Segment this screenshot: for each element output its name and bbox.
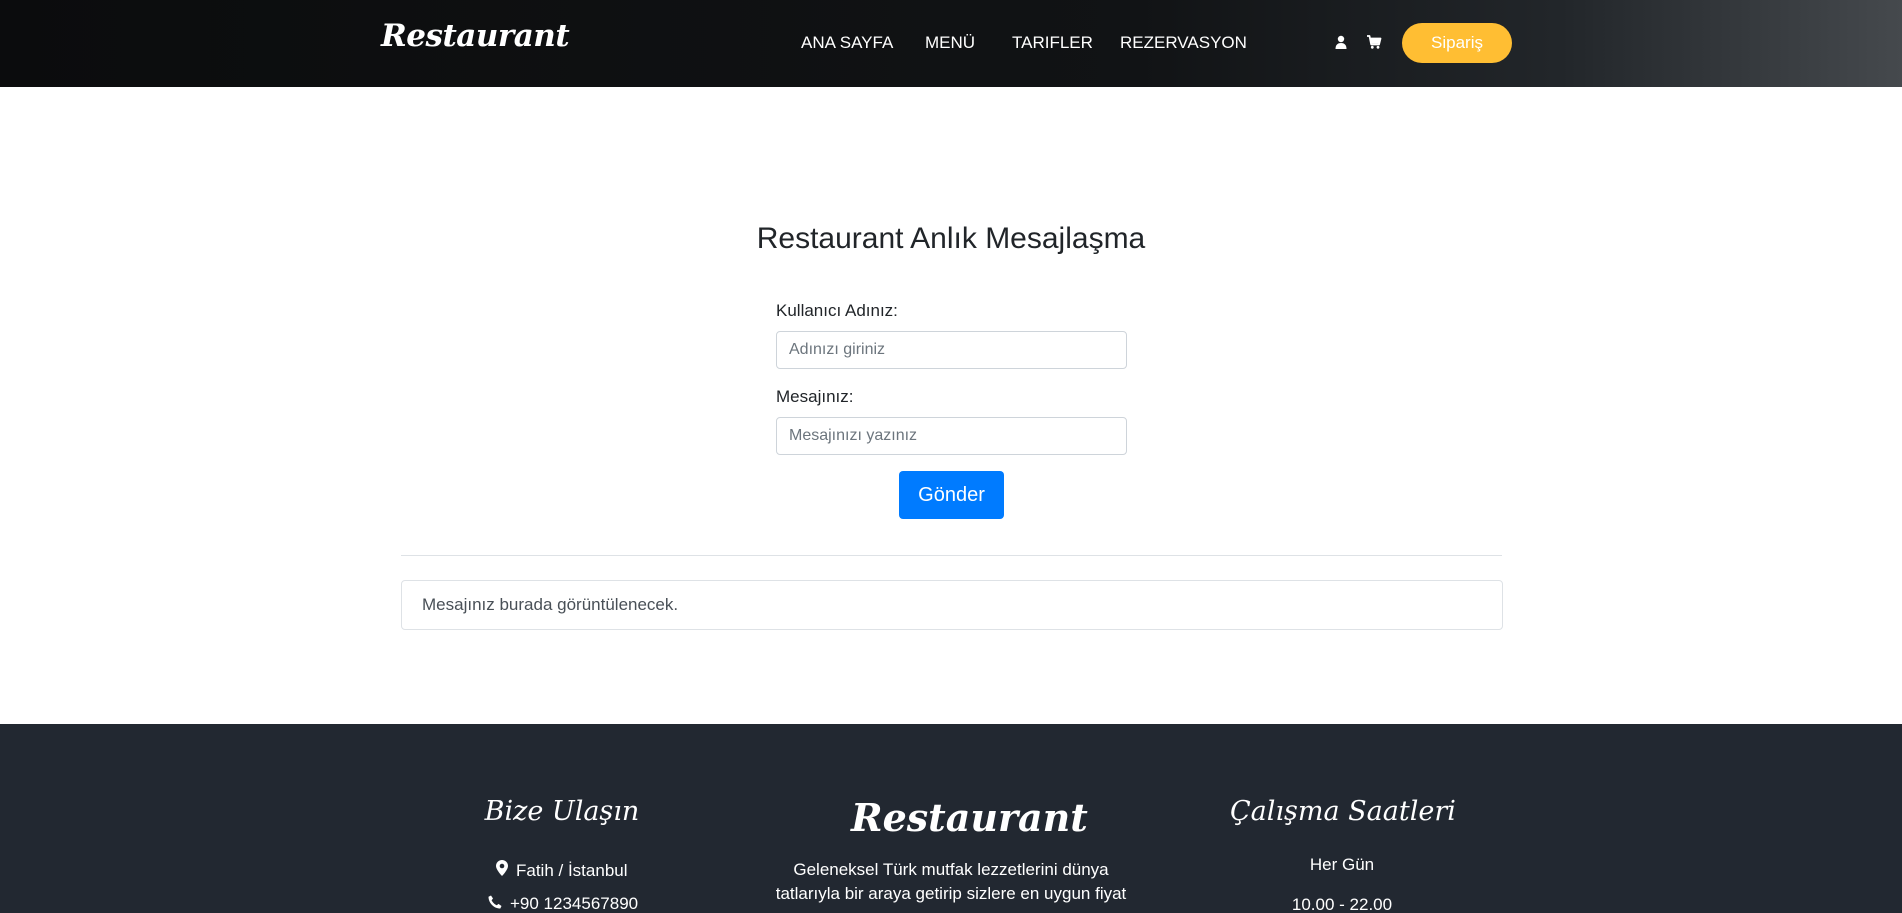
phone-text: +90 1234567890 — [510, 894, 639, 913]
site-header: Restaurant ANA SAYFA MENÜ TARIFLER REZER… — [0, 0, 1902, 87]
hours-time: 10.00 - 22.00 — [1291, 895, 1393, 913]
nav-reservation[interactable]: REZERVASYON — [1120, 33, 1247, 53]
message-placeholder: Mesajınızı yazınız — [789, 427, 918, 444]
hours-days: Her Gün — [1309, 855, 1375, 874]
message-output-text: Mesajınız burada görüntülenecek. — [422, 595, 679, 614]
username-placeholder: Adınızı giriniz — [789, 341, 886, 358]
map-pin-icon — [496, 860, 508, 881]
phone-icon — [488, 894, 502, 913]
footer-brand: Restaurant — [851, 795, 1088, 840]
message-output: Mesajınız burada görüntülenecek. — [401, 580, 1503, 630]
brand-logo[interactable]: Restaurant — [381, 18, 570, 54]
nav-home[interactable]: ANA SAYFA — [801, 33, 893, 53]
nav-menu[interactable]: MENÜ — [925, 33, 975, 53]
location-link[interactable]: Fatih / İstanbul — [496, 860, 628, 881]
send-button[interactable]: Gönder — [899, 471, 1004, 519]
message-label: Mesajınız: — [776, 387, 854, 406]
cart-icon[interactable] — [1366, 34, 1382, 50]
divider — [401, 555, 1502, 556]
contact-title: Bize Ulaşın — [484, 796, 640, 827]
order-button[interactable]: Sipariş — [1402, 23, 1512, 63]
username-input[interactable]: Adınızı giriniz — [776, 331, 1127, 369]
hours-title: Çalışma Saatleri — [1230, 796, 1456, 827]
page-title: Restaurant Anlık Mesajlaşma — [756, 222, 1146, 255]
footer-description: Geleneksel Türk mutfak lezzetlerini düny… — [775, 860, 1127, 903]
message-input[interactable]: Mesajınızı yazınız — [776, 417, 1127, 455]
site-footer: Bize Ulaşın Fatih / İstanbul +90 1234567… — [0, 724, 1902, 913]
phone-link[interactable]: +90 1234567890 — [488, 894, 638, 913]
username-label: Kullanıcı Adınız: — [776, 301, 898, 320]
user-icon[interactable] — [1333, 34, 1349, 50]
nav-recipes[interactable]: TARIFLER — [1012, 33, 1093, 53]
location-text: Fatih / İstanbul — [516, 860, 628, 880]
